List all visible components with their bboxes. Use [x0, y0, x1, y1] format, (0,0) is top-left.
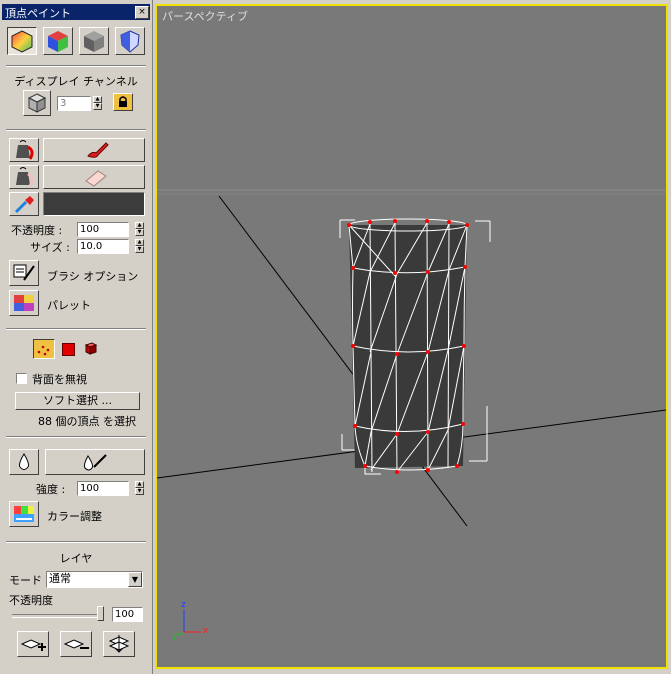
layer-opacity-slider-thumb[interactable] — [97, 606, 104, 621]
opacity-spinner[interactable]: ▲ ▼ — [135, 222, 144, 237]
erase-all-button[interactable] — [43, 165, 145, 189]
element-select-button[interactable] — [82, 340, 98, 356]
mode-dropdown[interactable]: 通常 ▼ — [46, 571, 143, 588]
channel-field[interactable]: 3 — [57, 96, 91, 111]
viewport-scene — [157, 189, 666, 637]
shield-icon — [120, 30, 140, 53]
condense-layers-button[interactable] — [103, 631, 135, 657]
close-button[interactable]: × — [135, 6, 149, 19]
unshaded-cube-color-icon — [48, 31, 68, 52]
vertex-select-button[interactable] — [33, 339, 55, 359]
axis-y-label: y — [172, 631, 178, 641]
size-field[interactable]: 10.0 — [77, 239, 129, 254]
lock-icon — [119, 96, 127, 107]
axis-tripod-icon — [176, 610, 201, 637]
ignore-backfacing-checkbox[interactable] — [16, 373, 27, 384]
selection-status-text: 88 個の頂点 を選択 — [38, 415, 136, 428]
chevron-down-icon[interactable]: ▼ — [128, 572, 142, 587]
paintbrush-icon — [87, 142, 109, 158]
ignore-backfacing-label: 背面を無視 — [32, 373, 87, 386]
strength-field[interactable]: 100 — [77, 481, 129, 496]
eyedropper-button[interactable] — [9, 192, 39, 216]
display-channel-label: ディスプレイ チャンネル — [14, 75, 138, 88]
lock-button[interactable] — [113, 93, 133, 111]
vertex-dots-icon — [37, 345, 50, 356]
water-drop-icon — [19, 453, 29, 470]
face-select-button[interactable] — [62, 343, 75, 356]
opacity-label: 不透明度 : — [11, 224, 63, 237]
blur-brush-button[interactable] — [9, 449, 39, 475]
soft-selection-button[interactable]: ソフト選択 ... — [15, 392, 140, 410]
strength-spinner[interactable]: ▲ ▼ — [135, 481, 144, 496]
layer-opacity-field[interactable]: 100 — [112, 607, 143, 622]
layer-opacity-label: 不透明度 — [9, 594, 53, 607]
brush-options-icon — [13, 264, 35, 281]
shaded-cube-color-icon — [11, 30, 33, 53]
color-adjust-button[interactable] — [9, 501, 39, 527]
erase-bucket-button[interactable] — [9, 165, 39, 189]
eraser-icon — [85, 170, 107, 187]
blur-all-button[interactable] — [45, 449, 145, 475]
delete-layer-button[interactable] — [60, 631, 92, 657]
erase-bucket-icon — [16, 167, 34, 187]
disable-vertex-color-display-button[interactable] — [79, 27, 109, 55]
remove-layer-icon — [63, 639, 89, 649]
eyedropper-icon — [14, 196, 34, 214]
color-adjust-icon — [14, 506, 34, 522]
shield-display-button[interactable] — [115, 27, 145, 55]
mode-value: 通常 — [49, 572, 71, 585]
panel-title: 頂点ペイント — [5, 7, 71, 20]
mode-label: モード — [9, 574, 42, 587]
vertex-color-display-unshaded-button[interactable] — [43, 27, 73, 55]
paint-bucket-button[interactable] — [9, 138, 39, 162]
layer-opacity-slider-track[interactable] — [12, 614, 104, 618]
panel-titlebar[interactable]: 頂点ペイント × — [2, 4, 150, 20]
opacity-field[interactable]: 100 — [77, 222, 129, 237]
paint-bucket-icon — [16, 140, 34, 160]
palette-label: パレット — [47, 299, 91, 312]
separator — [6, 65, 146, 67]
size-spinner[interactable]: ▲ ▼ — [135, 239, 144, 254]
paint-color-swatch[interactable] — [43, 192, 145, 216]
new-layer-button[interactable] — [17, 631, 49, 657]
paint-all-button[interactable] — [43, 138, 145, 162]
brush-options-button[interactable] — [9, 260, 39, 286]
separator — [6, 328, 146, 330]
separator — [6, 541, 146, 543]
perspective-viewport[interactable]: パースペクティブ z x y — [155, 4, 668, 669]
separator — [6, 436, 146, 438]
palette-icon — [14, 295, 34, 311]
add-layer-icon — [20, 639, 46, 651]
gray-cube-icon — [84, 31, 104, 52]
separator — [6, 129, 146, 131]
strength-label: 強度 : — [36, 483, 66, 496]
axis-x-label: x — [203, 626, 209, 636]
vertex-color-display-shaded-button[interactable] — [7, 27, 37, 55]
merge-layers-icon — [108, 635, 130, 653]
brush-options-label: ブラシ オプション — [47, 270, 139, 283]
size-label: サイズ : — [30, 241, 70, 254]
blur-brush-icon — [83, 454, 107, 471]
vertex-paint-panel: 頂点ペイント × ディスプレイ チャンネル 3 ▲▼ 不透明度 : 100 ▲ — [0, 0, 153, 674]
channel-spinner[interactable]: ▲ ▼ — [93, 96, 102, 111]
color-adjust-label: カラー調整 — [47, 510, 102, 523]
axis-z-label: z — [181, 600, 186, 610]
layer-label: レイヤ — [59, 552, 93, 565]
cube-icon — [27, 93, 47, 113]
channel-cube-button[interactable] — [23, 90, 51, 116]
palette-button[interactable] — [9, 290, 39, 316]
